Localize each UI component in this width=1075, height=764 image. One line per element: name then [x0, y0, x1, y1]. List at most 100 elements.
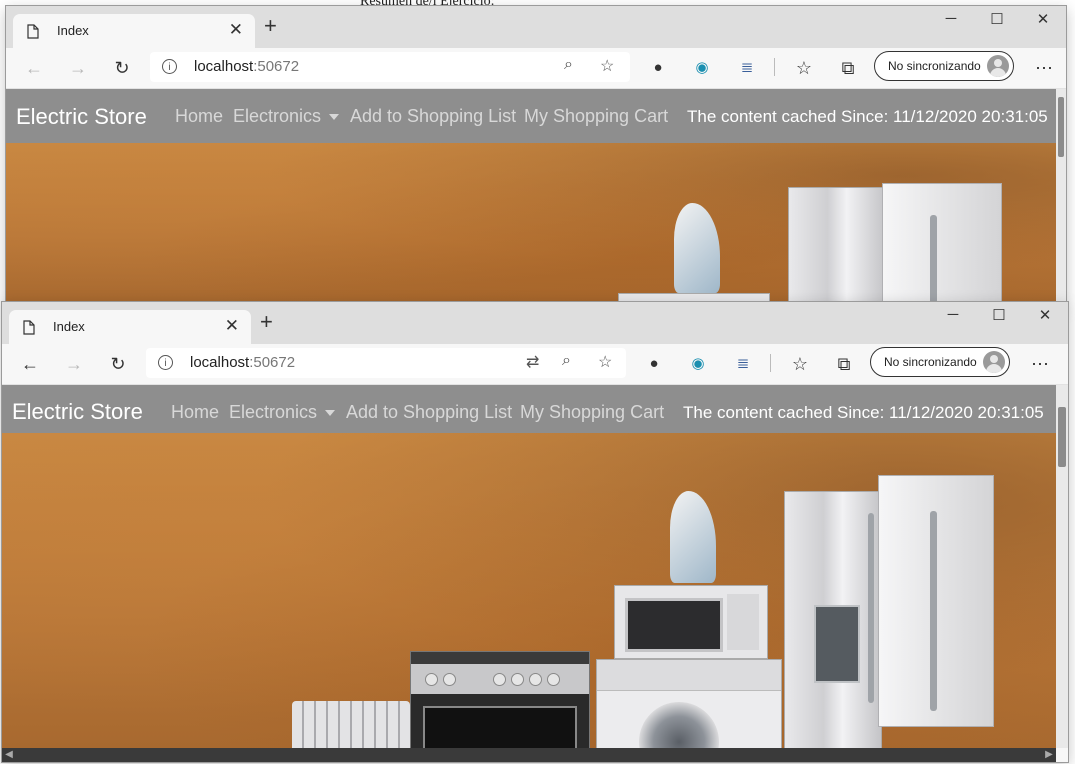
- site-navbar: Electric Store Home Electronics Add to S…: [2, 385, 1056, 439]
- scroll-left-icon[interactable]: ◀: [2, 748, 16, 762]
- iron-image: [674, 203, 720, 293]
- forward-icon[interactable]: →: [60, 351, 88, 377]
- tab-title: Index: [53, 319, 85, 334]
- info-icon[interactable]: i: [158, 355, 173, 370]
- favorite-star-icon[interactable]: ☆: [600, 56, 614, 76]
- oven-knob: [547, 673, 560, 686]
- more-icon[interactable]: ⋯: [1030, 55, 1058, 81]
- favorites-list-icon[interactable]: ☆: [790, 55, 818, 81]
- forward-icon[interactable]: →: [64, 55, 92, 81]
- chevron-down-icon: [325, 410, 336, 417]
- site-navbar: Electric Store Home Electronics Add to S…: [6, 89, 1066, 143]
- microwave-panel: [727, 594, 759, 650]
- nav-electronics[interactable]: Electronics: [233, 106, 340, 127]
- refresh-icon[interactable]: ↻: [108, 55, 136, 81]
- tab-close-icon[interactable]: ✕: [225, 316, 239, 336]
- new-tab-icon[interactable]: +: [260, 311, 273, 333]
- iron-image: [670, 491, 716, 583]
- washer-panel: [597, 660, 781, 691]
- fridge-handle: [930, 215, 937, 305]
- profile-sync-button[interactable]: No sincronizando: [874, 51, 1014, 81]
- favorites-list-icon[interactable]: ☆: [786, 351, 814, 377]
- maximize-icon[interactable]: ☐: [976, 306, 1022, 330]
- new-tab-icon[interactable]: +: [264, 15, 277, 37]
- minimize-icon[interactable]: ─: [930, 306, 976, 330]
- scrollbar-thumb[interactable]: [1058, 407, 1066, 467]
- oven-knob: [425, 673, 438, 686]
- browser-toolbar: ← → ↻ i localhost:50672 ⌕ ☆ ● ◉ ≣ ☆ ⧉ No…: [6, 48, 1066, 89]
- fridge-handle: [930, 511, 937, 711]
- site-brand[interactable]: Electric Store: [16, 104, 147, 130]
- scrollbar-thumb[interactable]: [1058, 97, 1064, 157]
- maximize-icon[interactable]: ☐: [974, 10, 1020, 34]
- window-controls: ─ ☐ ✕: [926, 6, 1066, 38]
- tab-index[interactable]: Index ✕: [13, 14, 255, 48]
- refresh-icon[interactable]: ↻: [104, 351, 132, 377]
- more-icon[interactable]: ⋯: [1026, 351, 1054, 377]
- avatar: [983, 351, 1005, 373]
- back-icon[interactable]: ←: [16, 351, 44, 377]
- scroll-right-icon[interactable]: ▶: [1042, 748, 1056, 762]
- translate-icon[interactable]: ⇄: [526, 352, 539, 372]
- collections-icon[interactable]: ⧉: [834, 55, 862, 81]
- title-bar: Index ✕ + ─ ☐ ✕: [2, 302, 1068, 344]
- nav-electronics[interactable]: Electronics: [229, 402, 336, 423]
- close-window-icon[interactable]: ✕: [1022, 306, 1068, 330]
- chevron-down-icon: [329, 114, 340, 121]
- microwave-window: [625, 598, 723, 652]
- toolbar-separator: [770, 354, 771, 372]
- oven-control-panel: [411, 664, 589, 694]
- record-extension-icon[interactable]: ◉: [684, 351, 712, 377]
- favorite-star-icon[interactable]: ☆: [598, 352, 612, 372]
- oven-knob: [443, 673, 456, 686]
- lightbulb-extension-icon[interactable]: ●: [640, 351, 668, 377]
- zoom-icon[interactable]: ⌕: [564, 56, 573, 74]
- cache-timestamp: The content cached Since: 11/12/2020 20:…: [687, 107, 1048, 126]
- nav-my-shopping-cart[interactable]: My Shopping Cart: [520, 402, 664, 423]
- browser-window-front: Index ✕ + ─ ☐ ✕ ← → ↻ i localhost:50672 …: [2, 302, 1068, 762]
- lightbulb-extension-icon[interactable]: ●: [644, 55, 672, 81]
- page-icon: [23, 320, 35, 335]
- tab-index[interactable]: Index ✕: [9, 310, 251, 344]
- nav-my-shopping-cart[interactable]: My Shopping Cart: [524, 106, 668, 127]
- fridge-handle: [868, 513, 874, 703]
- close-window-icon[interactable]: ✕: [1020, 10, 1066, 34]
- minimize-icon[interactable]: ─: [928, 10, 974, 34]
- window-controls: ─ ☐ ✕: [928, 302, 1068, 334]
- fridge-image: [788, 187, 886, 306]
- stack-extension-icon[interactable]: ≣: [729, 351, 757, 377]
- nav-add-to-shopping-list[interactable]: Add to Shopping List: [346, 402, 512, 423]
- water-dispenser-image: [814, 605, 860, 683]
- stack-extension-icon[interactable]: ≣: [733, 55, 761, 81]
- oven-knob: [529, 673, 542, 686]
- washing-machine-image: [596, 659, 782, 762]
- avatar: [987, 55, 1009, 77]
- vertical-scrollbar[interactable]: [1056, 89, 1066, 306]
- browser-toolbar: ← → ↻ i localhost:50672 ⇄ ⌕ ☆ ● ◉ ≣ ☆ ⧉ …: [2, 344, 1068, 385]
- address-text: localhost:50672: [190, 354, 296, 371]
- cache-timestamp: The content cached Since: 11/12/2020 20:…: [683, 403, 1044, 422]
- hero-image: [2, 433, 1056, 762]
- oven-knob: [493, 673, 506, 686]
- zoom-icon[interactable]: ⌕: [562, 352, 571, 370]
- nav-add-to-shopping-list[interactable]: Add to Shopping List: [350, 106, 516, 127]
- oven-knob: [511, 673, 524, 686]
- record-extension-icon[interactable]: ◉: [688, 55, 716, 81]
- nav-home[interactable]: Home: [175, 106, 223, 127]
- hero-image: [6, 143, 1056, 306]
- oven-image: [410, 651, 590, 762]
- tab-close-icon[interactable]: ✕: [229, 20, 243, 40]
- toolbar-separator: [774, 58, 775, 76]
- sync-label: No sincronizando: [884, 355, 977, 369]
- site-brand[interactable]: Electric Store: [12, 399, 143, 425]
- address-bar[interactable]: i localhost:50672 ⌕ ☆: [150, 52, 630, 82]
- info-icon[interactable]: i: [162, 59, 177, 74]
- collections-icon[interactable]: ⧉: [830, 351, 858, 377]
- nav-home[interactable]: Home: [171, 402, 219, 423]
- address-bar[interactable]: i localhost:50672 ⇄ ⌕ ☆: [146, 348, 626, 378]
- horizontal-scrollbar[interactable]: ◀ ▶: [2, 748, 1056, 762]
- sync-label: No sincronizando: [888, 59, 981, 73]
- back-icon[interactable]: ←: [20, 55, 48, 81]
- profile-sync-button[interactable]: No sincronizando: [870, 347, 1010, 377]
- vertical-scrollbar[interactable]: [1056, 385, 1068, 748]
